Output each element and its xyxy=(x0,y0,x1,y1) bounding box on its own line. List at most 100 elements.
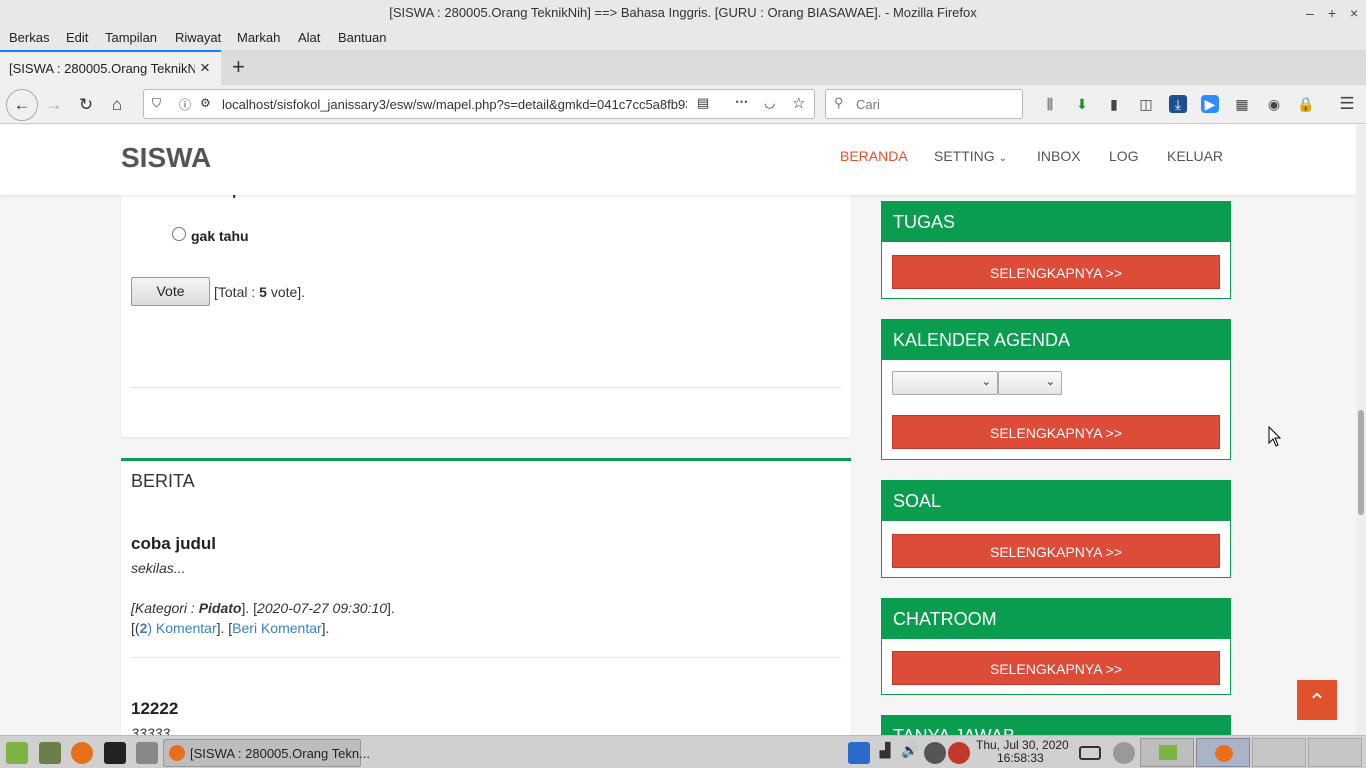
firefox-icon xyxy=(169,745,185,761)
month-select[interactable]: ⌄ xyxy=(892,371,998,395)
comment-prefix: [( xyxy=(131,620,140,636)
network-icon[interactable]: ▟ xyxy=(874,742,896,764)
poll-option-label: gak tahu xyxy=(191,228,249,244)
chevron-down-icon: ⌄ xyxy=(998,153,1007,164)
tab-bar: [SISWA : 280005.Orang TeknikNih × + xyxy=(0,50,1366,85)
clock-time: 16:58:33 xyxy=(997,751,1044,765)
library-icon[interactable]: ⫼ xyxy=(1041,95,1059,113)
page-scrollbar[interactable] xyxy=(1356,125,1366,735)
bookmark-star-icon[interactable]: ☆ xyxy=(792,94,805,112)
firefox-launcher-icon[interactable] xyxy=(71,742,93,764)
category-prefix: [Kategori : xyxy=(131,600,199,616)
nav-setting[interactable]: SETTING ⌄ xyxy=(934,148,1007,164)
info-icon[interactable]: ⓘ xyxy=(179,96,191,113)
tab-active[interactable]: [SISWA : 280005.Orang TeknikNih × xyxy=(0,50,221,85)
comment-link[interactable]: 2) Komentar xyxy=(140,620,217,636)
clock[interactable]: Thu, Jul 30, 2020 16:58:33 xyxy=(976,739,1069,765)
nav-inbox[interactable]: INBOX xyxy=(1037,148,1081,164)
record-icon[interactable] xyxy=(1113,742,1135,764)
folder-icon xyxy=(1159,745,1177,760)
menu-berkas[interactable]: Berkas xyxy=(9,30,49,45)
pocket-icon[interactable]: ◡ xyxy=(764,95,775,111)
maximize-button[interactable]: + xyxy=(1328,0,1336,26)
back-to-top-button[interactable]: ⌃ xyxy=(1297,680,1337,720)
search-input[interactable]: ⚲ Cari xyxy=(825,89,1023,119)
sidebar-icon[interactable]: ◫ xyxy=(1137,95,1155,113)
download-icon[interactable]: ⬇ xyxy=(1073,95,1091,113)
forward-icon[interactable]: → xyxy=(42,93,66,117)
poll-radio[interactable] xyxy=(172,227,186,241)
soal-more-button[interactable]: SELENGKAPNYA >> xyxy=(892,534,1220,568)
url-text[interactable]: localhost/sisfokol_janissary3/esw/sw/map… xyxy=(222,97,687,112)
mint-menu-icon[interactable] xyxy=(6,742,28,764)
close-window-button[interactable]: × xyxy=(1350,0,1358,26)
year-select[interactable]: ⌄ xyxy=(998,371,1062,395)
scrollbar-thumb[interactable] xyxy=(1358,410,1364,515)
files-launcher-icon[interactable] xyxy=(136,742,158,764)
category-value: Pidato xyxy=(198,600,242,616)
permissions-icon[interactable]: ⚙ xyxy=(200,96,211,110)
menu-alat[interactable]: Alat xyxy=(298,30,320,45)
widget-soal: SOAL SELENGKAPNYA >> xyxy=(881,480,1231,578)
tab-label: [SISWA : 280005.Orang TeknikNih xyxy=(9,61,195,76)
nav-setting-label: SETTING xyxy=(934,148,995,164)
tab-close-icon[interactable]: × xyxy=(200,58,210,78)
menu-tampilan[interactable]: Tampilan xyxy=(105,30,157,45)
battery-icon[interactable] xyxy=(1079,746,1101,760)
zoom-icon[interactable]: ▶ xyxy=(1201,95,1219,113)
site-brand[interactable]: SISWA xyxy=(121,142,211,174)
mouse-cursor-icon xyxy=(1268,426,1282,447)
vote-total-count: 5 xyxy=(259,284,267,300)
workspace-4[interactable] xyxy=(1308,738,1362,767)
taskbar-window-firefox[interactable]: [SISWA : 280005.Orang Tekn... xyxy=(163,739,370,767)
reader-view-icon[interactable]: ▤ xyxy=(697,95,709,111)
lock-icon[interactable]: 🔒 xyxy=(1297,95,1315,113)
widget-tugas: TUGAS SELENGKAPNYA >> xyxy=(881,201,1231,299)
terminal-icon[interactable] xyxy=(104,742,126,764)
nav-keluar[interactable]: KELUAR xyxy=(1167,148,1223,164)
nav-log[interactable]: LOG xyxy=(1109,148,1139,164)
new-tab-button[interactable]: + xyxy=(232,54,245,80)
kalender-more-button[interactable]: SELENGKAPNYA >> xyxy=(892,415,1220,449)
menu-markah[interactable]: Markah xyxy=(237,30,280,45)
bluetooth-status-icon[interactable] xyxy=(924,742,946,764)
home-icon[interactable]: ⌂ xyxy=(105,93,129,117)
minimize-button[interactable]: – xyxy=(1306,0,1314,26)
nav-beranda[interactable]: BERANDA xyxy=(840,148,908,164)
hamburger-menu-icon[interactable]: ☰ xyxy=(1338,95,1356,113)
search-icon: ⚲ xyxy=(834,95,844,110)
save-icon[interactable]: ⤓ xyxy=(1169,95,1187,113)
qr-icon[interactable]: ▦ xyxy=(1233,95,1251,113)
account-icon[interactable]: ◉ xyxy=(1265,95,1283,113)
workspace-firefox[interactable] xyxy=(1196,738,1250,767)
news-summary: 33333 xyxy=(131,725,170,735)
widget-tanya-jawab: TANYA JAWAB xyxy=(881,715,1231,735)
window-title: [SISWA : 280005.Orang TeknikNih] ==> Bah… xyxy=(389,5,977,20)
menu-edit[interactable]: Edit xyxy=(66,30,88,45)
menu-riwayat[interactable]: Riwayat xyxy=(175,30,221,45)
widget-title: CHATROOM xyxy=(882,599,1230,639)
show-desktop-icon[interactable] xyxy=(39,742,61,764)
url-bar[interactable]: ⛉ ⓘ ⚙ localhost/sisfokol_janissary3/esw/… xyxy=(143,89,815,119)
volume-icon[interactable]: 🔊 xyxy=(899,742,921,764)
shield-icon[interactable]: ⛉ xyxy=(152,96,161,111)
bluetooth-icon[interactable] xyxy=(848,742,870,764)
workspace-files[interactable] xyxy=(1140,738,1194,767)
beri-komentar-link[interactable]: Beri Komentar xyxy=(232,620,321,636)
page-actions-icon[interactable]: ⋯ xyxy=(735,94,748,110)
divider xyxy=(131,657,841,658)
vote-total: [Total : 5 vote]. xyxy=(214,284,305,300)
vote-total-prefix: [Total : xyxy=(214,284,260,300)
extension-icon[interactable]: ▮ xyxy=(1105,95,1123,113)
workspace-3[interactable] xyxy=(1252,738,1306,767)
chevron-down-icon: ⌄ xyxy=(981,376,991,388)
vote-button[interactable]: Vote xyxy=(131,277,210,306)
tugas-more-button[interactable]: SELENGKAPNYA >> xyxy=(892,255,1220,289)
widget-title: SOAL xyxy=(882,481,1230,521)
reload-icon[interactable]: ↻ xyxy=(74,93,98,117)
update-error-icon[interactable] xyxy=(948,742,970,764)
back-icon[interactable]: ← xyxy=(6,89,38,121)
poll-card: mantap gak tahu Vote [Total : 5 vote]. xyxy=(121,165,851,437)
chatroom-more-button[interactable]: SELENGKAPNYA >> xyxy=(892,651,1220,685)
menu-bantuan[interactable]: Bantuan xyxy=(338,30,386,45)
